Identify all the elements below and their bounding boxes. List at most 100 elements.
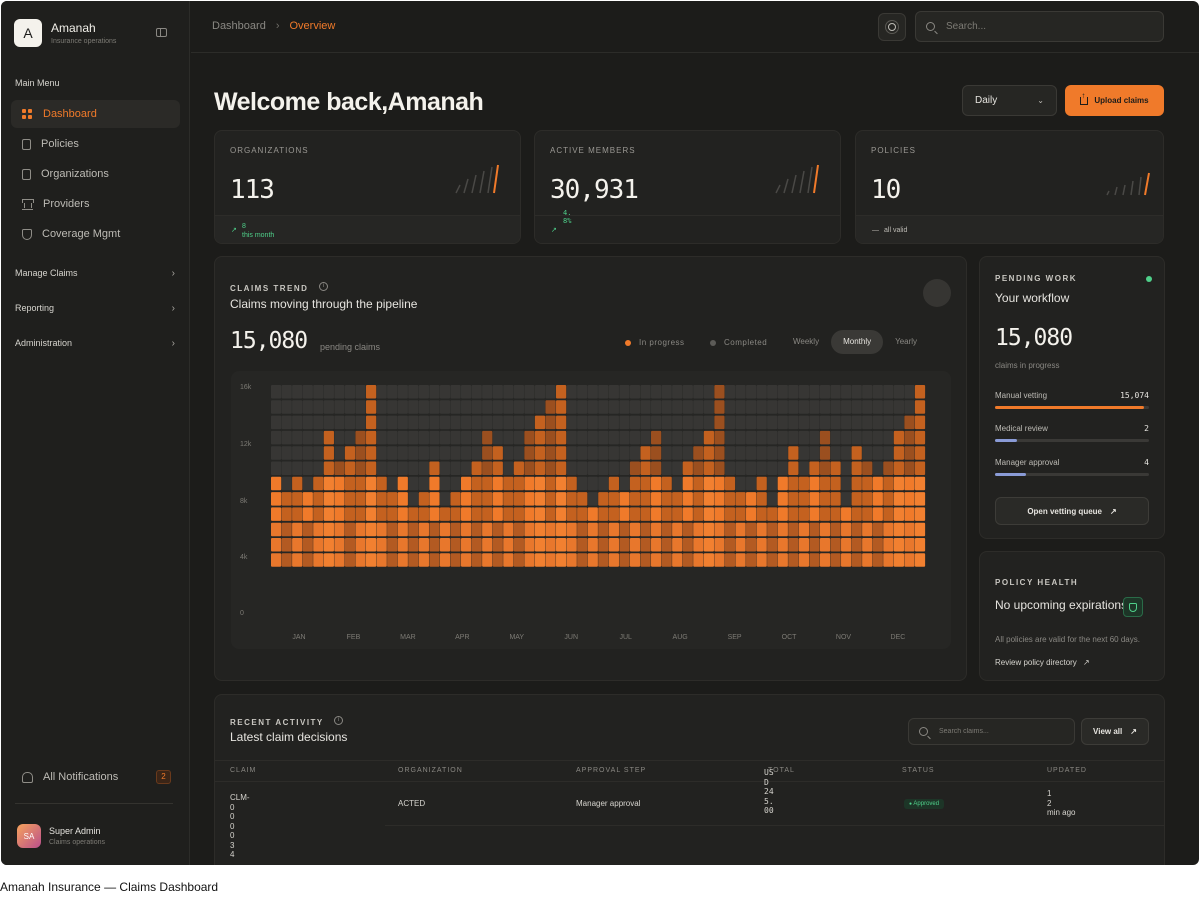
progress-bar [995,439,1149,442]
heatmap-cell-in-progress [292,522,303,537]
pending-claims-label: pending claims [320,342,381,352]
heatmap-cell-empty [904,385,915,399]
heatmap-cell-empty [587,400,598,414]
heatmap-cell-empty [302,446,313,460]
heatmap-cell-in-progress [883,522,894,537]
heatmap-cell-empty [851,430,862,445]
heatmap-cell-in-progress [798,522,809,537]
global-search[interactable] [915,11,1164,42]
claims-search-input[interactable] [939,728,1069,735]
heatmap-cell-empty [513,415,524,430]
sidebar-item-label: Providers [43,198,90,210]
sidebar-section-administration[interactable]: Administration › [15,338,175,349]
heatmap-cell-empty [344,385,356,399]
heatmap-cell-in-progress [819,553,831,567]
heatmap-cell-empty [292,385,303,399]
column-header-status[interactable]: STATUS [902,767,935,774]
heatmap-cell-in-progress [904,507,915,521]
column-header-updated[interactable]: UPDATED [1047,767,1087,774]
heatmap-cell-in-progress [862,553,873,567]
sidebar-item-dashboard[interactable]: Dashboard [11,100,180,128]
breadcrumb-root[interactable]: Dashboard [212,20,266,32]
heatmap-cell-in-progress [914,476,926,491]
column-header-claim[interactable]: CLAIM [230,767,256,774]
brand[interactable]: A Amanah Insurance operations [14,19,116,47]
neutral-dash-icon: — [872,227,879,234]
heatmap-cell-in-progress [556,430,567,445]
view-all-button[interactable]: View all ↗ [1081,718,1149,745]
heatmap-cell-in-progress [366,522,377,537]
avatar: SA [17,824,41,848]
sidebar-section-manage-claims[interactable]: Manage Claims › [15,268,175,279]
heatmap-cell-empty [693,385,704,399]
range-yearly[interactable]: Yearly [883,330,929,354]
heatmap-cell-in-progress [376,492,387,506]
heatmap-cell-in-progress [693,461,704,475]
all-notifications[interactable]: All Notifications 2 [11,763,180,791]
heatmap-cell-in-progress [872,553,883,567]
heatmap-cell-empty [767,492,778,506]
workflow-value: 15,080 [995,325,1073,351]
sidebar-section-reporting[interactable]: Reporting › [15,303,175,314]
claims-search[interactable] [908,718,1075,745]
info-icon[interactable]: i [318,282,328,292]
user-profile[interactable]: SA Super Admin Claims operations [17,824,105,848]
heatmap-cell-empty [798,415,809,430]
heatmap-cell-empty [693,400,704,414]
heatmap-cell-in-progress [366,430,377,445]
heatmap-cell-in-progress [819,446,831,460]
updated-cell: 1 2 min ago [1047,789,1075,818]
column-header-approval-step[interactable]: APPROVAL STEP [576,767,646,774]
sidebar-collapse-icon[interactable] [156,28,167,37]
heatmap-cell-in-progress [482,476,493,491]
info-icon[interactable]: i [334,716,344,726]
heatmap-cell-in-progress [439,507,451,521]
heatmap-cell-in-progress [366,492,377,506]
heatmap-cell-in-progress [788,553,799,567]
heatmap-cell-empty [724,446,736,460]
x-tick-label: FEB [347,634,361,641]
heatmap-cell-empty [735,461,746,475]
heatmap-cell-empty [883,446,894,460]
period-select[interactable]: Daily ⌄ [962,85,1057,116]
open-vetting-queue-button[interactable]: Open vetting queue ↗ [995,497,1149,525]
heatmap-cell-in-progress [661,553,672,567]
heatmap-cell-empty [788,400,799,414]
heatmap-cell-empty [598,476,609,491]
heatmap-cell-in-progress [556,522,567,537]
heatmap-cell-empty [334,430,345,445]
heatmap-cell-in-progress [714,400,725,414]
search-icon [926,22,935,31]
heatmap-cell-empty [672,476,683,491]
sidebar-item-policies[interactable]: Policies [11,130,180,158]
heatmap-cell-empty [450,446,461,460]
sidebar-item-coverage[interactable]: Coverage Mgmt [11,220,180,248]
heatmap-cell-in-progress [471,476,482,491]
heatmap-cell-empty [587,385,598,399]
heatmap-cell-in-progress [513,507,524,521]
heatmap-cell-in-progress [439,538,451,552]
heatmap-cell-empty [545,385,556,399]
more-options-button[interactable] [923,279,951,307]
bell-icon [22,771,33,783]
range-weekly[interactable]: Weekly [781,330,831,354]
live-status-dot [1146,276,1152,282]
heatmap-cell-empty [418,461,429,475]
heatmap-cell-in-progress [450,522,461,537]
sidebar-item-providers[interactable]: Providers [11,190,180,218]
search-input[interactable] [946,21,1146,32]
theme-toggle-button[interactable] [878,13,906,41]
claims-trend-card: CLAIMS TREND i Claims moving through the… [214,256,967,681]
heatmap-cell-in-progress [841,522,852,537]
column-header-organization[interactable]: ORGANIZATION [398,767,463,774]
heatmap-cell-empty [640,385,651,399]
upload-claims-button[interactable]: Upload claims [1065,85,1164,116]
heatmap-cell-in-progress [809,507,820,521]
heatmap-cell-in-progress [323,492,334,506]
heatmap-cell-empty [376,385,387,399]
heatmap-cell-in-progress [914,430,926,445]
heatmap-cell-in-progress [914,415,926,430]
range-monthly[interactable]: Monthly [831,330,884,354]
sidebar-item-organizations[interactable]: Organizations [11,160,180,188]
review-policy-directory-link[interactable]: Review policy directory ↗ [995,658,1090,667]
